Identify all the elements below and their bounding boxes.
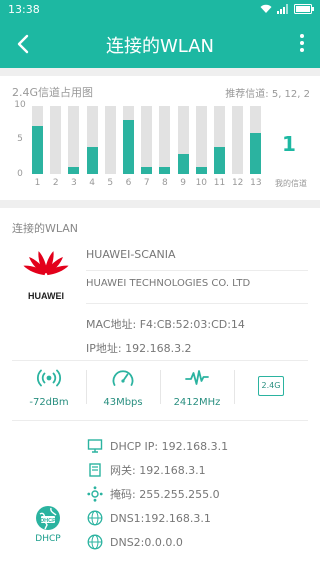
channel-x-label: 3 (71, 178, 77, 188)
channel-bar-track (68, 106, 80, 174)
battery-icon (294, 4, 314, 14)
channel-x-label: 7 (143, 178, 150, 188)
network-nodes-icon (87, 486, 103, 502)
dns1-row: DNS1:192.168.3.1 (86, 508, 211, 528)
gateway-icon (89, 463, 101, 477)
channel-bar (214, 146, 225, 174)
chevron-left-icon (17, 34, 29, 54)
recommended-channels: 推荐信道: 5, 12, 2 (225, 89, 310, 100)
wlan-ssid: HUAWEI-SCANIA (86, 248, 176, 261)
channel-x-label: 11 (213, 178, 226, 188)
dhcp-globe-icon: DHCP (36, 506, 60, 530)
channel-x-label: 12 (231, 178, 244, 188)
band-badge: 2.4G (258, 376, 284, 396)
dns2-row: DNS2:0.0.0.0 (86, 532, 183, 552)
gateway-row: 网关: 192.168.3.1 (86, 460, 206, 480)
gateway-text: 网关: 192.168.3.1 (110, 464, 206, 477)
channel-x-label: 4 (89, 178, 95, 188)
channel-bar (86, 146, 98, 174)
channel-bar (250, 133, 262, 174)
channel-x-label: 1 (34, 178, 41, 188)
channel-bar-track (232, 106, 244, 174)
dhcp-badge: DHCP DHCP (26, 504, 70, 552)
dhcp-ip-row: DHCP IP: 192.168.3.1 (86, 436, 228, 456)
dhcp-caption: DHCP (35, 534, 61, 544)
wlan-vendor: HUAWEI TECHNOLOGIES CO. LTD (86, 278, 251, 289)
mac-address: MAC地址: F4:CB:52:03:CD:14 (86, 318, 245, 331)
status-time: 13:38 (8, 3, 40, 16)
channel-bar (141, 167, 153, 174)
channel-bar-track (195, 106, 207, 174)
channel-bar (195, 167, 207, 174)
divider (86, 270, 308, 271)
dns1-text: DNS1:192.168.3.1 (110, 511, 211, 525)
my-channel-label: 我的信道 (275, 179, 307, 188)
app-header: 13:38 连接的WLAN (0, 0, 320, 68)
y-tick-label: 5 (17, 134, 23, 144)
channel-x-label: 10 (195, 178, 208, 188)
channel-x-label: 9 (180, 178, 186, 188)
dhcp-ip-text: DHCP IP: 192.168.3.1 (110, 439, 229, 453)
signal-icon (277, 4, 288, 14)
channel-x-label: 13 (250, 178, 262, 188)
divider (12, 360, 308, 361)
ip-address: IP地址: 192.168.3.2 (86, 342, 192, 355)
my-channel-value: 1 (282, 132, 296, 156)
channel-chart-title: 2.4G信道占用图 (12, 86, 94, 99)
channel-bar-track (159, 106, 171, 174)
vendor-logo: HUAWEI (18, 246, 74, 302)
channel-bar-track (104, 106, 116, 174)
signal-value: -72dBm (29, 397, 69, 408)
signal-strength: -72dBm (12, 364, 86, 410)
monitor-icon (87, 439, 103, 453)
channel-usage-card: 2.4G信道占用图 推荐信道: 5, 12, 2 10 5 0 12345678… (0, 76, 320, 200)
more-vertical-icon (300, 34, 304, 52)
mask-row: 掩码: 255.255.255.0 (86, 484, 220, 504)
signal-broadcast-icon (37, 369, 61, 387)
frequency-value: 2412MHz (173, 397, 221, 408)
channel-bar (32, 126, 43, 174)
channel-x-label: 2 (52, 178, 59, 188)
stat-separator (234, 370, 235, 404)
link-speed: 43Mbps (86, 364, 160, 410)
channel-bar (159, 167, 171, 174)
status-bar: 13:38 (0, 0, 320, 20)
channel-x-label: 6 (125, 178, 132, 188)
channel-x-label: 5 (107, 178, 114, 188)
waveform-icon (185, 370, 209, 385)
huawei-logo-icon: HUAWEI (23, 251, 69, 301)
channel-bar-track (50, 106, 62, 174)
channel-x-label: 8 (162, 178, 168, 188)
more-options-button[interactable] (294, 32, 310, 54)
divider (86, 303, 308, 304)
www-globe-icon (87, 510, 103, 526)
channel-bar (123, 119, 134, 174)
speedometer-icon (112, 370, 134, 386)
wifi-icon (260, 4, 272, 13)
www-globe-icon (87, 534, 103, 550)
dhcp-globe-label: DHCP (40, 518, 56, 524)
dns2-text: DNS2:0.0.0.0 (110, 535, 183, 549)
channel-bar (177, 153, 189, 174)
status-icons (260, 2, 314, 16)
channel-bar-track (141, 106, 153, 174)
y-tick-label: 10 (14, 100, 26, 110)
speed-value: 43Mbps (103, 397, 143, 408)
channel-bar (68, 167, 80, 174)
back-button[interactable] (10, 30, 38, 58)
y-tick-label: 0 (17, 169, 23, 179)
mask-text: 掩码: 255.255.255.0 (110, 488, 220, 501)
connected-wlan-card: 连接的WLAN HUAWEI HUAWEI-SCANIA HUAWEI TECH… (0, 208, 320, 568)
frequency: 2412MHz (160, 364, 234, 410)
section-label: 连接的WLAN (12, 222, 79, 235)
page-title: 连接的WLAN (105, 36, 215, 57)
connection-stats: -72dBm 43Mbps 2412MHz 2.4G (0, 364, 320, 410)
huawei-logo-text: HUAWEI (28, 291, 64, 301)
divider (12, 420, 308, 421)
